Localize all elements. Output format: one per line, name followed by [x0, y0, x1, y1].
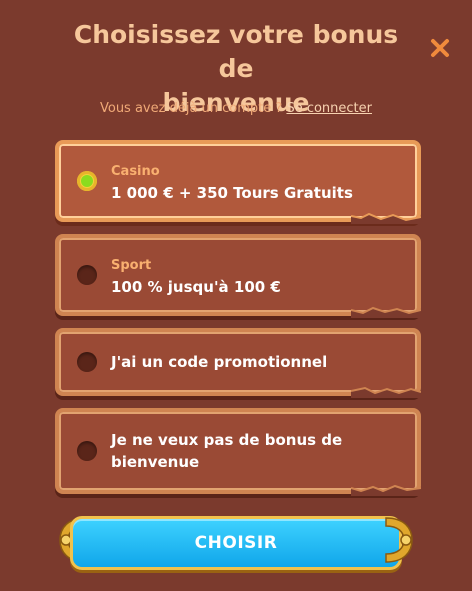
gold-ornament-icon	[385, 517, 413, 563]
radio-button[interactable]	[77, 265, 97, 285]
bonus-option-casino[interactable]: Casino 1 000 € + 350 Tours Gratuits	[55, 140, 421, 224]
modal-title-line-1: Choisissez votre bonus de	[73, 20, 399, 83]
bonus-option-text: Je ne veux pas de bonus de bienvenue	[111, 431, 343, 471]
bonus-option-text: 100 % jusqu'à 100 €	[111, 278, 281, 296]
bonus-option-no-bonus[interactable]: Je ne veux pas de bonus de bienvenue	[55, 408, 421, 496]
bonus-option-tag: Casino	[111, 164, 160, 179]
choose-button-wrapper: CHOISIR	[56, 512, 416, 570]
radio-button[interactable]	[77, 441, 97, 461]
torn-edge-decoration	[351, 484, 421, 496]
bonus-option-sport[interactable]: Sport 100 % jusqu'à 100 €	[55, 234, 421, 318]
login-link[interactable]: Se connecter	[286, 101, 372, 116]
login-prompt: Vous avez déjà un compte ? Se connecter	[0, 101, 472, 116]
close-icon[interactable]	[428, 36, 452, 60]
torn-edge-decoration	[351, 306, 421, 318]
bonus-option-promo-code[interactable]: J'ai un code promotionnel	[55, 328, 421, 398]
torn-edge-decoration	[351, 386, 421, 398]
login-prompt-text: Vous avez déjà un compte ?	[99, 101, 283, 116]
radio-button-selected[interactable]	[77, 171, 97, 191]
choose-button[interactable]: CHOISIR	[70, 516, 402, 570]
bonus-option-text: 1 000 € + 350 Tours Gratuits	[111, 184, 353, 202]
bonus-option-text: J'ai un code promotionnel	[111, 353, 328, 371]
welcome-bonus-modal: Choisissez votre bonus de bienvenue Vous…	[0, 0, 472, 591]
torn-edge-decoration	[351, 212, 421, 224]
radio-button[interactable]	[77, 352, 97, 372]
bonus-option-tag: Sport	[111, 258, 152, 273]
